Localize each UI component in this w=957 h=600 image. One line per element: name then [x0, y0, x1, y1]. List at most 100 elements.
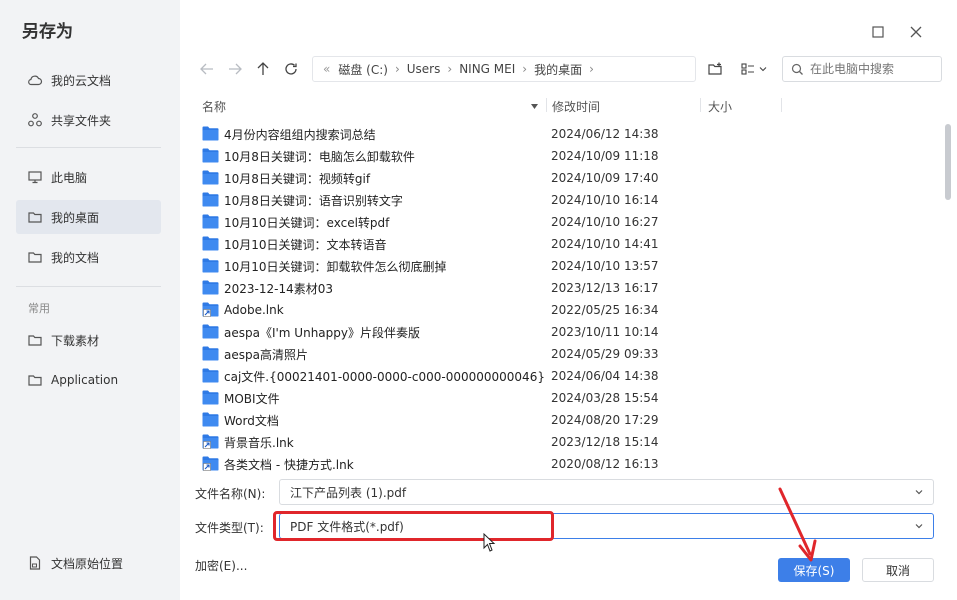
maximize-button[interactable]	[868, 22, 888, 42]
file-row[interactable]: MOBI文件 2024/03/28 15:54	[197, 387, 942, 409]
column-separator[interactable]	[700, 98, 701, 112]
file-row[interactable]: Adobe.lnk 2022/05/25 16:34	[197, 299, 942, 321]
sidebar: 另存为 我的云文档 共享文件夹 此电脑 我的桌面 我的文档 常用 下载素材 Ap…	[0, 0, 180, 600]
view-mode-button[interactable]	[738, 58, 770, 80]
document-icon	[27, 555, 43, 571]
up-button[interactable]	[252, 58, 274, 80]
refresh-button[interactable]	[280, 58, 302, 80]
file-name: 各类文档 - 快捷方式.lnk	[224, 457, 354, 472]
folder-icon	[202, 236, 219, 251]
sidebar-item-shared-folder[interactable]: 共享文件夹	[16, 103, 161, 137]
column-separator[interactable]	[781, 98, 782, 112]
chevron-right-icon: ›	[522, 62, 528, 76]
file-row[interactable]: aespa《I'm Unhappy》片段伴奏版 2023/10/11 10:14	[197, 321, 942, 343]
folder-icon	[202, 346, 219, 361]
close-button[interactable]	[906, 22, 926, 42]
scrollbar-thumb[interactable]	[945, 124, 951, 200]
file-list: 4月份内容组组内搜索词总结 2024/06/12 14:38 10月8日关键词：电脑…	[197, 123, 942, 475]
file-name: caj文件.{00021401-0000-0000-c000-000000000…	[224, 369, 545, 384]
file-row[interactable]: Word文档 2024/08/20 17:29	[197, 409, 942, 431]
filename-field[interactable]: 江下产品列表 (1).pdf	[279, 479, 934, 505]
sidebar-divider	[16, 147, 161, 148]
chevron-right-icon[interactable]: ›	[589, 62, 594, 76]
sidebar-item-label: 我的云文档	[51, 73, 112, 88]
column-header-modified-label: 修改时间	[552, 99, 601, 114]
cancel-button[interactable]: 取消	[862, 558, 934, 582]
save-button[interactable]: 保存(S)	[778, 558, 850, 582]
file-row[interactable]: aespa高清照片 2024/05/29 09:33	[197, 343, 942, 365]
shortcut-icon	[202, 456, 219, 471]
breadcrumb-item-ning-mei[interactable]: NING MEI	[459, 62, 515, 76]
file-row[interactable]: 各类文档 - 快捷方式.lnk 2020/08/12 16:13	[197, 453, 942, 475]
file-name: aespa《I'm Unhappy》片段伴奏版	[224, 325, 420, 340]
encrypt-link[interactable]: 加密(E)...	[195, 557, 247, 574]
file-name: 背景音乐.lnk	[224, 435, 294, 450]
file-row[interactable]: 4月份内容组组内搜索词总结 2024/06/12 14:38	[197, 123, 942, 145]
breadcrumb-item-users[interactable]: Users	[407, 62, 441, 76]
file-row[interactable]: 10月10日关键词：excel转pdf 2024/10/10 16:27	[197, 211, 942, 233]
search-input[interactable]	[810, 62, 930, 76]
file-modified-date: 2024/10/09 11:18	[551, 149, 659, 163]
breadcrumb-item-my-desktop[interactable]: 我的桌面	[534, 61, 582, 78]
file-row[interactable]: 10月10日关键词：文本转语音 2024/10/10 14:41	[197, 233, 942, 255]
sidebar-item-download-assets[interactable]: 下载素材	[16, 323, 161, 357]
shortcut-icon	[202, 434, 219, 449]
sidebar-item-label: 下载素材	[51, 333, 100, 348]
folder-icon	[202, 280, 219, 295]
file-name: 10月8日关键词：视频转gif	[224, 171, 371, 186]
search-box[interactable]	[782, 56, 942, 82]
folder-icon	[202, 192, 219, 207]
arrow-right-icon	[229, 63, 242, 75]
file-modified-date: 2024/06/12 14:38	[551, 127, 659, 141]
column-header-modified[interactable]: 修改时间	[552, 97, 600, 115]
file-row[interactable]: 背景音乐.lnk 2023/12/18 15:14	[197, 431, 942, 453]
refresh-icon	[285, 63, 297, 75]
sidebar-item-my-documents[interactable]: 我的文档	[16, 240, 161, 274]
folder-icon	[202, 258, 219, 273]
annotation-highlight-box	[273, 511, 554, 541]
shortcut-icon	[202, 302, 219, 317]
file-modified-date: 2024/03/28 15:54	[551, 391, 659, 405]
breadcrumb: « 磁盘 (C:) › Users › NING MEI › 我的桌面 ›	[312, 56, 696, 82]
folder-icon	[202, 126, 219, 141]
sort-indicator[interactable]	[530, 97, 539, 115]
filetype-label: 文件类型(T):	[195, 521, 264, 535]
folder-icon	[27, 372, 43, 388]
new-folder-button[interactable]	[704, 58, 726, 80]
breadcrumb-double-chevron-icon[interactable]: «	[323, 62, 330, 76]
file-row[interactable]: 10月8日关键词：视频转gif 2024/10/09 17:40	[197, 167, 942, 189]
sidebar-item-this-pc[interactable]: 此电脑	[16, 160, 161, 194]
file-name: 2023-12-14素材03	[224, 281, 334, 296]
file-modified-date: 2020/08/12 16:13	[551, 457, 659, 471]
arrow-up-icon	[257, 62, 269, 75]
chevron-down-icon[interactable]	[913, 486, 925, 498]
file-row[interactable]: 10月10日关键词：卸载软件怎么彻底删掉 2024/10/10 13:57	[197, 255, 942, 277]
file-modified-date: 2024/10/10 14:41	[551, 237, 659, 251]
chevron-down-icon[interactable]	[913, 520, 925, 532]
file-row[interactable]: caj文件.{00021401-0000-0000-c000-000000000…	[197, 365, 942, 387]
sidebar-item-label: 文档原始位置	[51, 556, 124, 571]
breadcrumb-item-disk-c[interactable]: 磁盘 (C:)	[338, 61, 388, 78]
sort-down-icon	[531, 103, 538, 109]
sidebar-item-my-desktop[interactable]: 我的桌面	[16, 200, 161, 234]
folder-icon	[27, 249, 43, 265]
sidebar-item-original-location[interactable]: 文档原始位置	[16, 546, 161, 580]
back-button[interactable]	[196, 58, 218, 80]
file-row[interactable]: 10月8日关键词：语音识别转文字 2024/10/10 16:14	[197, 189, 942, 211]
file-row[interactable]: 2023-12-14素材03 2023/12/13 16:17	[197, 277, 942, 299]
file-modified-date: 2024/10/09 17:40	[551, 171, 659, 185]
column-separator[interactable]	[546, 98, 547, 112]
column-header-name[interactable]: 名称	[202, 97, 226, 115]
forward-button[interactable]	[224, 58, 246, 80]
sidebar-item-application[interactable]: Application	[16, 363, 161, 397]
file-name: Adobe.lnk	[224, 303, 284, 317]
file-name: aespa高清照片	[224, 347, 308, 362]
column-header-size[interactable]: 大小	[708, 97, 732, 115]
file-modified-date: 2024/10/10 13:57	[551, 259, 659, 273]
sidebar-item-label: 此电脑	[51, 170, 88, 185]
folder-icon	[202, 412, 219, 427]
sidebar-item-label: 我的文档	[51, 250, 100, 265]
file-row[interactable]: 10月8日关键词：电脑怎么卸载软件 2024/10/09 11:18	[197, 145, 942, 167]
sidebar-item-cloud-docs[interactable]: 我的云文档	[16, 63, 161, 97]
folder-icon	[202, 170, 219, 185]
